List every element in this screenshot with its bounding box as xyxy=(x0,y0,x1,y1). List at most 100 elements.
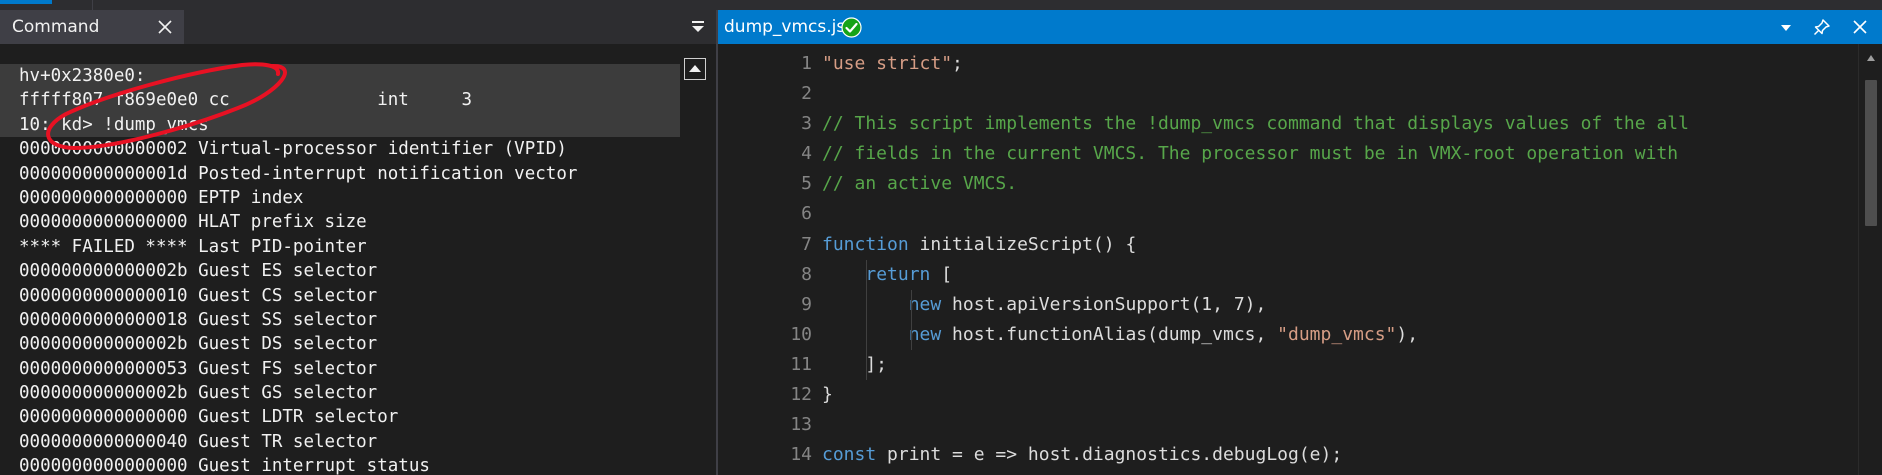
code-token: // This script implements the !dump_vmcs… xyxy=(822,113,1689,135)
code-token: new xyxy=(908,293,942,315)
output-line: 0000000000000000 EPTP index xyxy=(19,187,304,208)
output-line: 10: kd> !dump_vmcs xyxy=(0,112,680,138)
code-text: return [ xyxy=(822,260,952,290)
output-line: 000000000000002b Guest ES selector xyxy=(19,261,378,282)
scroll-up-button[interactable] xyxy=(684,58,706,80)
code-text: // fields in the current VMCS. The proce… xyxy=(822,139,1678,169)
code-text: // This script implements the !dump_vmcs… xyxy=(822,109,1689,139)
line-number: 9 xyxy=(801,293,812,315)
output-line: 0000000000000002 Virtual-processor ident… xyxy=(19,139,567,160)
code-line: 1 "use strict"; xyxy=(718,49,1858,79)
output-line: fffff807 f869e0e0 cc int 3 xyxy=(0,88,680,113)
command-tab-bar: Command xyxy=(0,10,716,44)
code-line: 3 // This script implements the !dump_vmc… xyxy=(718,109,1858,139)
code-token: host.apiVersionSupport(1, 7), xyxy=(941,293,1267,315)
code-token: print = e => host.diagnostics.debugLog(e… xyxy=(876,444,1343,466)
line-number: 14 xyxy=(790,444,812,466)
code-token: "dump_vmcs" xyxy=(1277,323,1397,345)
editor-scrollbar[interactable] xyxy=(1858,44,1882,475)
code-token: } xyxy=(822,384,833,406)
code-token: // an active VMCS. xyxy=(822,173,1018,195)
code-line: 2 xyxy=(718,79,1858,109)
code-token: // fields in the current VMCS. The proce… xyxy=(822,143,1679,165)
command-scrollbar[interactable] xyxy=(682,48,716,475)
code-token: ; xyxy=(952,53,963,74)
code-token: "use strict" xyxy=(822,53,953,74)
line-number: 11 xyxy=(790,353,812,375)
code-token: ), xyxy=(1396,323,1419,345)
code-token: [ xyxy=(930,263,953,285)
code-token: host.functionAlias(dump_vmcs, xyxy=(941,323,1278,345)
window-top-strip xyxy=(0,0,1882,10)
line-number: 2 xyxy=(801,83,812,105)
code-editor[interactable]: 1 "use strict"; 2 3 // This script implement… xyxy=(718,44,1858,475)
code-text: function initializeScript() { xyxy=(822,230,1136,260)
indent-guide xyxy=(866,349,867,381)
command-output[interactable]: hv+0x2380e0: fffff807 f869e0e0 cc int 3 10… xyxy=(0,48,680,475)
line-number: 1 xyxy=(801,53,812,74)
output-line: 0000000000000040 Guest TR selector xyxy=(19,431,378,452)
code-token: const xyxy=(822,444,877,466)
output-line: 000000000000002b Guest GS selector xyxy=(19,383,378,404)
close-icon[interactable] xyxy=(157,19,173,35)
line-number: 12 xyxy=(790,384,812,406)
tab-separator xyxy=(92,0,93,10)
editor-title-bar: dump_vmcs.js xyxy=(718,10,1882,44)
code-line: 12} xyxy=(718,380,1858,410)
close-icon[interactable] xyxy=(1852,19,1868,35)
tab-command-label: Command xyxy=(12,17,100,37)
code-text: // an active VMCS. xyxy=(822,169,1017,199)
code-text: const print = e => host.diagnostics.debu… xyxy=(822,440,1342,470)
output-line: 0000000000000000 Guest interrupt status xyxy=(19,456,430,475)
code-token: function xyxy=(822,233,909,255)
menu-dropdown-icon[interactable] xyxy=(691,20,705,34)
output-line: 000000000000001d Posted-interrupt notifi… xyxy=(19,163,578,184)
chevron-down-icon[interactable] xyxy=(1780,23,1792,33)
output-line: 0000000000000053 Guest FS selector xyxy=(19,358,378,379)
code-line: 7 function initializeScript() { xyxy=(718,230,1858,260)
output-line: 000000000000002b Guest DS selector xyxy=(19,334,378,355)
line-number: 5 xyxy=(801,173,812,195)
output-line: 0000000000000018 Guest SS selector xyxy=(19,309,378,330)
code-line: 11 ]; xyxy=(718,349,1858,381)
code-line: 8 return [ xyxy=(718,259,1858,290)
code-text: } xyxy=(822,380,833,410)
scroll-up-arrow-icon[interactable] xyxy=(1866,54,1876,62)
pin-icon[interactable] xyxy=(1813,18,1831,36)
indent-guide xyxy=(866,319,867,350)
output-line: 0000000000000000 Guest LDTR selector xyxy=(19,407,399,428)
indent-guide xyxy=(911,289,912,320)
active-tab-indicator xyxy=(0,0,52,4)
code-line: 9 new host.apiVersionSupport(1, 7), xyxy=(718,289,1858,320)
code-token: return xyxy=(865,263,931,285)
code-text: ]; xyxy=(822,350,887,380)
checkmark-circle-icon xyxy=(841,17,862,38)
indent-guide xyxy=(866,289,867,320)
code-token: ]; xyxy=(822,353,888,375)
line-number: 6 xyxy=(801,203,812,225)
command-pane: Command hv+0x2380e0: fffff807 f869e0e0 cc… xyxy=(0,10,716,475)
line-number: 4 xyxy=(801,143,812,165)
code-text: new host.apiVersionSupport(1, 7), xyxy=(822,290,1267,320)
code-line: 6 xyxy=(718,199,1858,229)
output-line: 0000000000000010 Guest CS selector xyxy=(19,285,378,306)
code-line: 13 xyxy=(718,410,1858,440)
scroll-up-arrow-icon xyxy=(689,65,701,72)
line-number: 7 xyxy=(801,233,812,255)
code-line: 14 const print = e => host.diagnostics.de… xyxy=(718,440,1858,470)
editor-pane: dump_vmcs.js 1 "use strict"; 2 3 // This scr… xyxy=(718,10,1882,475)
code-line: 4 // fields in the current VMCS. The proc… xyxy=(718,139,1858,169)
tab-command[interactable]: Command xyxy=(0,10,184,44)
code-line: 5 // an active VMCS. xyxy=(718,169,1858,199)
editor-file-title[interactable]: dump_vmcs.js xyxy=(724,10,845,44)
output-line: 0000000000000000 HLAT prefix size xyxy=(19,212,367,233)
code-token: initializeScript() { xyxy=(908,233,1137,255)
line-number: 10 xyxy=(790,323,812,345)
indent-guide xyxy=(866,259,867,290)
output-line: **** FAILED **** Last PID-pointer xyxy=(19,236,367,257)
output-line: hv+0x2380e0: xyxy=(0,64,680,89)
scrollbar-thumb[interactable] xyxy=(1865,80,1877,226)
code-line: 10 new host.functionAlias(dump_vmcs, "du… xyxy=(718,319,1858,350)
code-text: "use strict"; xyxy=(822,49,963,79)
